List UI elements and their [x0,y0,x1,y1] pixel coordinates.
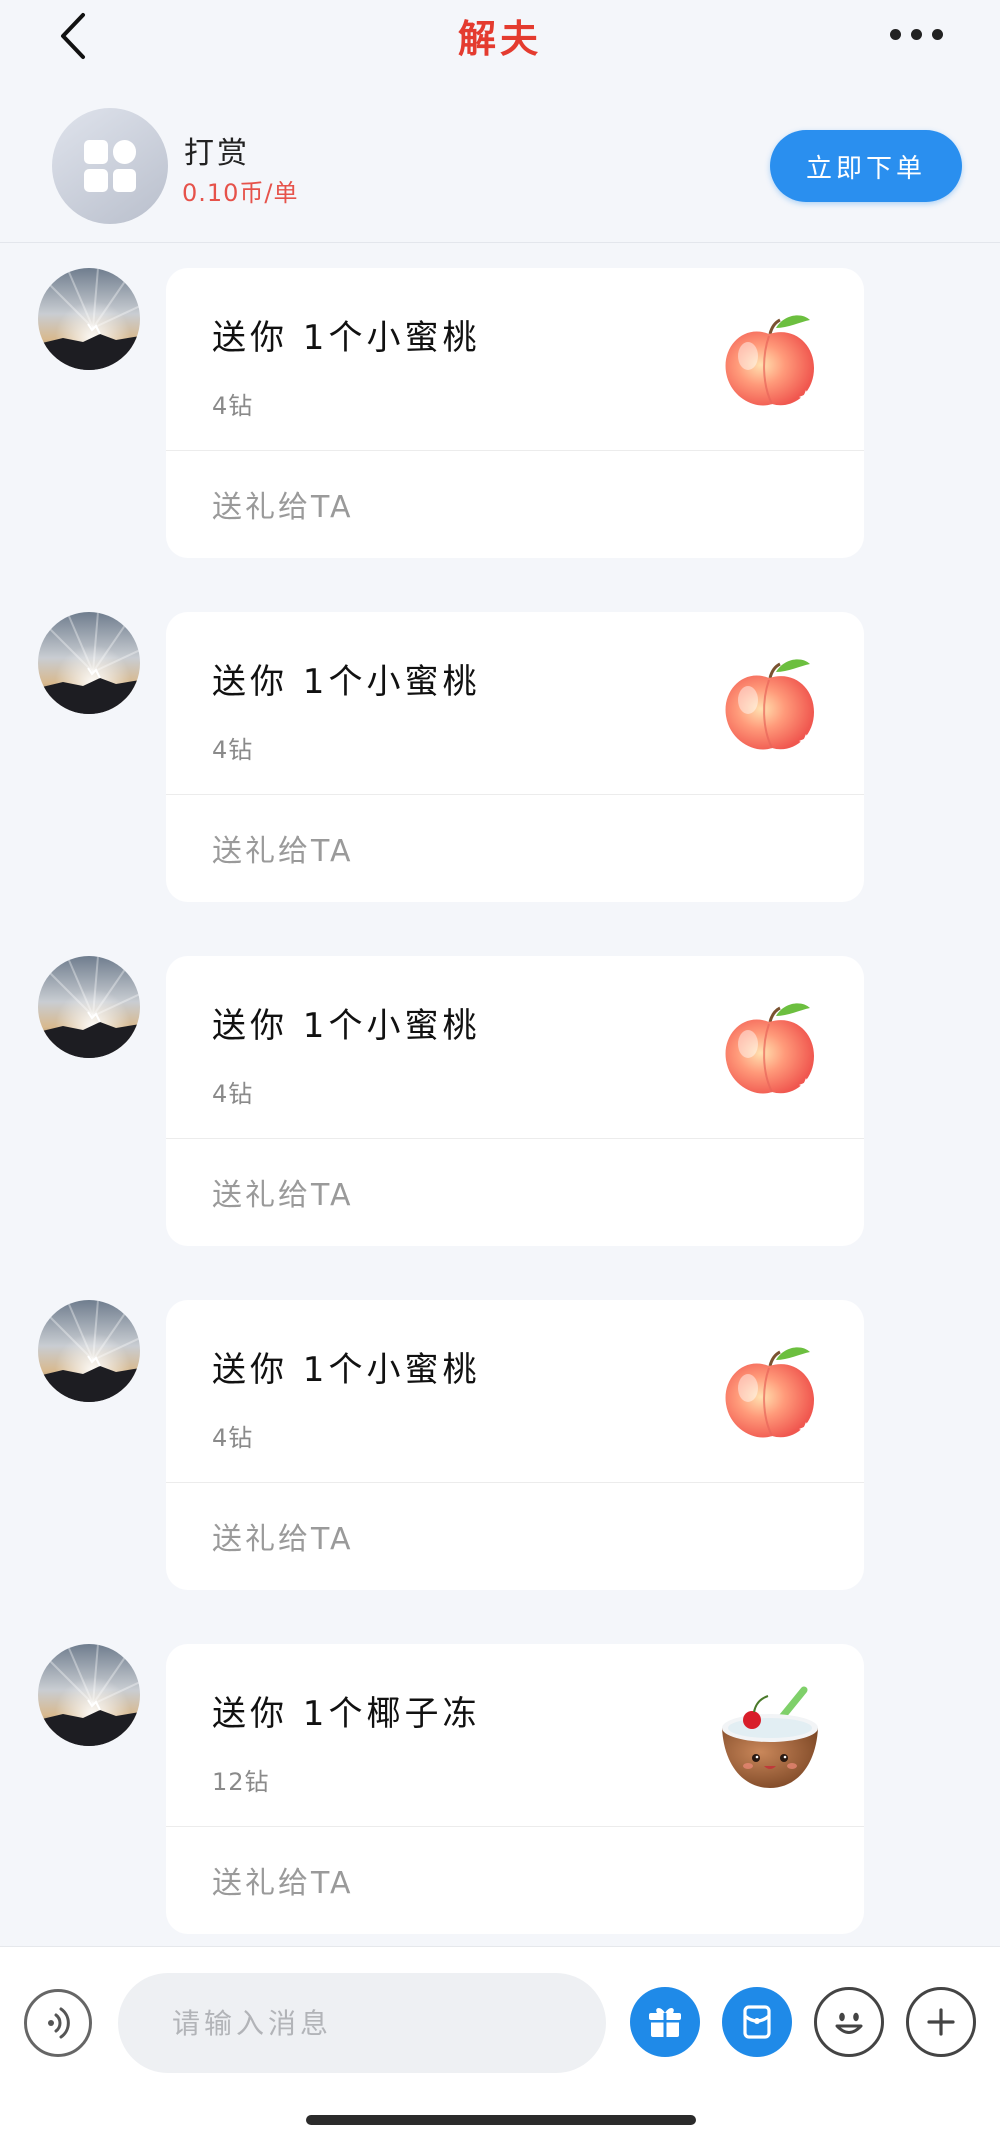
emoji-button[interactable] [814,1987,884,2057]
order-now-button[interactable]: 立即下单 [770,130,962,202]
gift-card[interactable]: 送你 1个椰子冻 12钻 送礼给TA [166,1644,864,1934]
avatar[interactable] [38,612,140,714]
service-price: 0.10币/单 [182,179,299,207]
divider [166,1482,864,1483]
message-item: 送你 1个小蜜桃 4钻 送礼给TA [0,956,1000,1248]
message-item: 送你 1个椰子冻 12钻 送礼给TA [0,1644,1000,1936]
avatar[interactable] [38,1300,140,1402]
send-gift-link[interactable]: 送礼给TA [212,1170,354,1214]
divider [166,450,864,451]
plus-icon [927,2008,955,2036]
gift-card[interactable]: 送你 1个小蜜桃 4钻 送礼给TA [166,268,864,558]
gift-card[interactable]: 送你 1个小蜜桃 4钻 送礼给TA [166,612,864,902]
gift-image [714,306,824,416]
message-item: 送你 1个小蜜桃 4钻 送礼给TA [0,612,1000,904]
gift-price: 4钻 [212,736,254,764]
grid-cell [84,168,108,192]
avatar-image [38,612,140,714]
gift-title: 送你 1个小蜜桃 [212,1006,481,1046]
input-bar [0,1946,1000,2141]
gift-price: 12钻 [212,1768,270,1796]
send-gift-link[interactable]: 送礼给TA [212,826,354,870]
avatar[interactable] [38,956,140,1058]
service-name: 打赏 [184,136,250,171]
avatar-image [38,268,140,370]
gift-title: 送你 1个小蜜桃 [212,318,481,358]
order-header: 打赏 0.10币/单 立即下单 [0,78,1000,243]
grid-icon [84,140,136,192]
grid-cell [112,140,136,164]
red-packet-icon [743,2005,771,2039]
gift-title: 送你 1个小蜜桃 [212,662,481,702]
gift-title: 送你 1个小蜜桃 [212,1350,481,1390]
gift-image [714,994,824,1104]
service-icon [52,108,168,224]
gift-icon [649,2008,681,2037]
divider [166,1826,864,1827]
grid-cell [112,168,136,192]
avatar[interactable] [38,1644,140,1746]
message-item: 送你 1个小蜜桃 4钻 送礼给TA [0,1300,1000,1592]
grid-cell [84,140,108,164]
peach-icon [725,1003,814,1094]
page-title: 解夫 [457,17,542,61]
peach-icon [725,315,814,406]
avatar-image [38,1644,140,1746]
gift-price: 4钻 [212,1080,254,1108]
gift-image [714,650,824,760]
gift-title: 送你 1个椰子冻 [212,1694,481,1734]
plus-button[interactable] [906,1987,976,2057]
avatar-image [38,1300,140,1402]
gift-price: 4钻 [212,392,254,420]
red-packet-button[interactable] [722,1987,792,2057]
more-button[interactable] [866,14,966,54]
gift-card[interactable]: 送你 1个小蜜桃 4钻 送礼给TA [166,956,864,1246]
message-input[interactable] [118,1973,606,2073]
send-gift-link[interactable]: 送礼给TA [212,1514,354,1558]
gift-image [714,1682,824,1792]
divider [166,1138,864,1139]
emoji-icon [835,2012,863,2034]
more-dot [931,28,943,40]
more-dot [910,28,922,40]
voice-button[interactable] [24,1989,92,2057]
more-dots-icon [889,28,901,40]
gift-price: 4钻 [212,1424,254,1452]
peach-icon [725,1347,814,1438]
voice-icon [48,2007,70,2039]
home-indicator [306,2115,696,2125]
message-item: 送你 1个小蜜桃 4钻 送礼给TA [0,268,1000,560]
gift-image [714,1338,824,1448]
send-gift-link[interactable]: 送礼给TA [212,482,354,526]
gift-card[interactable]: 送你 1个小蜜桃 4钻 送礼给TA [166,1300,864,1590]
divider [166,794,864,795]
send-gift-link[interactable]: 送礼给TA [212,1858,354,1902]
coconut-jelly-icon [722,1686,818,1788]
gift-button[interactable] [630,1987,700,2057]
peach-icon [725,659,814,750]
avatar[interactable] [38,268,140,370]
avatar-image [38,956,140,1058]
top-bar: 解夫 [0,0,1000,78]
